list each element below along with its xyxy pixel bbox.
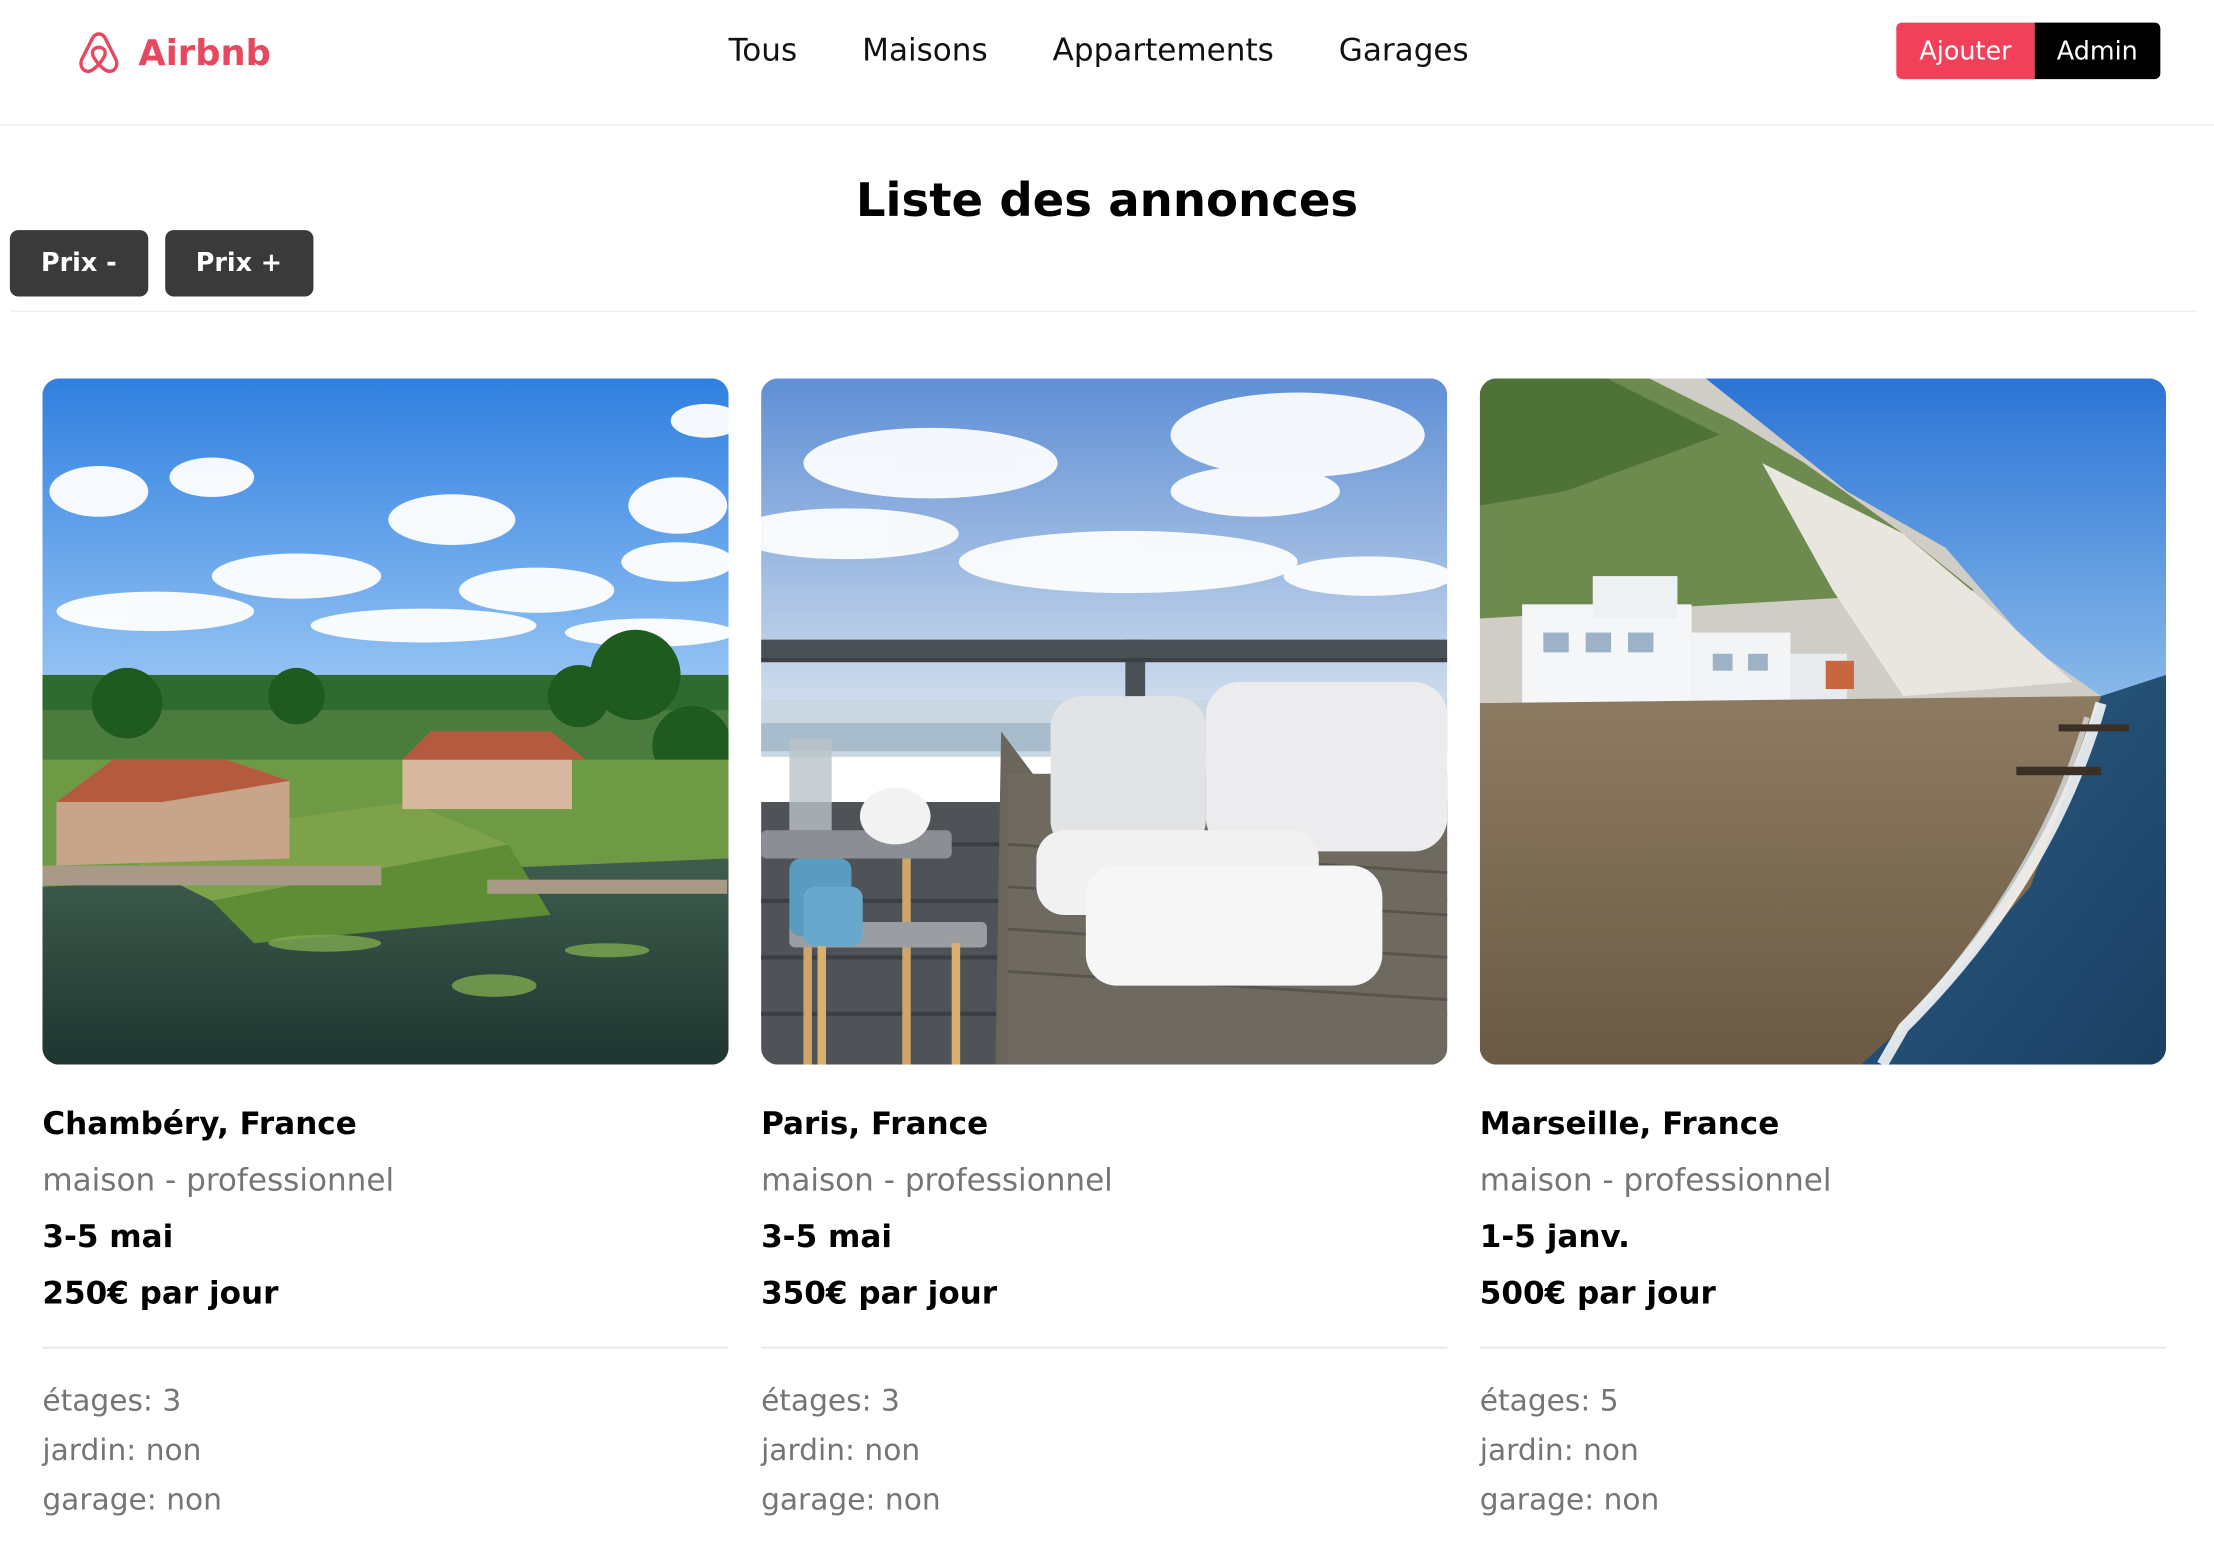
brand-logo[interactable]: Airbnb <box>76 28 271 76</box>
listing-card[interactable]: Paris, France maison - professionnel 3-5… <box>761 378 1448 1525</box>
nav-item-appartements[interactable]: Appartements <box>1053 31 1274 73</box>
listing-type: maison - professionnel <box>1479 1163 1832 1199</box>
listing-location[interactable]: Paris, France <box>761 1107 1447 1144</box>
listing-card[interactable]: Marseille, France maison - professionnel… <box>1479 378 2167 1525</box>
card-divider <box>1479 1347 2167 1349</box>
listing-specs: étages: 3 jardin: non garage: non <box>42 1377 728 1525</box>
listing-type: maison - professionnel <box>42 1163 395 1199</box>
listing-specs: étages: 3 jardin: non garage: non <box>761 1377 1447 1525</box>
top-navbar: Airbnb Tous Maisons Appartements Garages… <box>0 0 2214 126</box>
listing-price: 250€ par jour <box>42 1276 279 1312</box>
spec-garage: garage: non <box>761 1482 941 1517</box>
listing-dates: 3-5 mai <box>761 1219 892 1256</box>
listing-photo[interactable] <box>761 378 1448 1065</box>
sort-controls: Prix - Prix + <box>9 230 314 297</box>
listing-dates: 1-5 janv. <box>1479 1219 1630 1256</box>
sort-price-ascending-button[interactable]: Prix + <box>164 230 314 297</box>
listing-grid: Chambéry, France maison - professionnel … <box>42 378 2167 1525</box>
category-nav: Tous Maisons Appartements Garages <box>729 31 1469 73</box>
brand-name: Airbnb <box>138 31 271 73</box>
listing-photo[interactable] <box>42 378 729 1065</box>
listing-type: maison - professionnel <box>761 1163 1113 1199</box>
spec-garden: jardin: non <box>42 1433 202 1468</box>
listing-location[interactable]: Marseille, France <box>1480 1107 2166 1144</box>
listing-location[interactable]: Chambéry, France <box>42 1107 728 1144</box>
listing-price: 350€ par jour <box>761 1276 998 1312</box>
listing-photo[interactable] <box>1479 378 2167 1065</box>
nav-item-garages[interactable]: Garages <box>1339 31 1469 73</box>
page-title: Liste des annonces <box>855 172 1359 228</box>
card-divider <box>761 1347 1448 1349</box>
listing-specs: étages: 5 jardin: non garage: non <box>1480 1377 2166 1525</box>
header-actions: Ajouter Admin <box>1896 22 2161 80</box>
spec-floors: étages: 3 <box>761 1383 900 1418</box>
card-divider <box>42 1347 729 1349</box>
spec-garage: garage: non <box>42 1482 222 1517</box>
listing-price: 500€ par jour <box>1479 1276 1716 1312</box>
admin-button[interactable]: Admin <box>2034 22 2161 80</box>
spec-garden: jardin: non <box>761 1433 921 1468</box>
add-listing-button[interactable]: Ajouter <box>1896 22 2035 80</box>
spec-floors: étages: 3 <box>42 1383 182 1418</box>
spec-garage: garage: non <box>1479 1482 1660 1517</box>
listing-card[interactable]: Chambéry, France maison - professionnel … <box>42 378 729 1525</box>
listing-dates: 3-5 mai <box>42 1219 174 1256</box>
nav-item-maisons[interactable]: Maisons <box>862 31 988 73</box>
section-divider <box>9 310 2198 313</box>
spec-floors: étages: 5 <box>1479 1383 1619 1418</box>
nav-item-tous[interactable]: Tous <box>729 31 798 73</box>
spec-garden: jardin: non <box>1479 1433 1639 1468</box>
airbnb-logo-icon <box>76 28 121 76</box>
app-root: Airbnb Tous Maisons Appartements Garages… <box>0 0 2214 1566</box>
sort-price-descending-button[interactable]: Prix - <box>9 230 148 297</box>
